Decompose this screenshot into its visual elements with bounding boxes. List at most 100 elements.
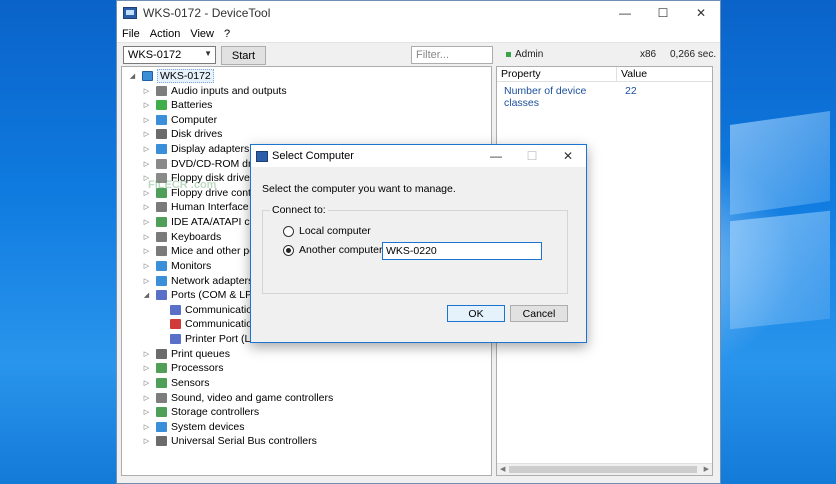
filter-input[interactable]: Filter...	[411, 46, 493, 64]
value-column-header[interactable]: Value	[617, 67, 647, 81]
expand-caret-icon[interactable]: ▷	[142, 203, 151, 211]
scroll-left-icon[interactable]: ◀	[500, 465, 505, 473]
ok-button[interactable]: OK	[447, 305, 505, 322]
expand-caret-icon[interactable]: ▷	[142, 116, 151, 124]
close-button[interactable]: ✕	[682, 1, 720, 25]
expand-caret-icon[interactable]: ▷	[142, 408, 151, 416]
dialog-title: Select Computer	[272, 150, 354, 162]
collapse-caret-icon[interactable]: ◢	[142, 291, 151, 299]
tree-item-keyboards[interactable]: ▷ Keyboards	[142, 230, 221, 244]
cancel-button[interactable]: Cancel	[510, 305, 568, 322]
dialog-minimize-button[interactable]: —	[478, 145, 514, 167]
device-class-icon	[156, 377, 167, 388]
dialog-titlebar[interactable]: Select Computer — ☐ ✕	[251, 145, 586, 167]
tree-item-monitors[interactable]: ▷ Monitors	[142, 259, 211, 273]
expand-caret-icon[interactable]: ▷	[142, 233, 151, 241]
port-icon	[170, 334, 181, 345]
tree-item-sensors[interactable]: ▷ Sensors	[142, 376, 210, 390]
expand-caret-icon[interactable]: ▷	[142, 130, 151, 138]
expand-caret-icon[interactable]: ▷	[142, 247, 151, 255]
timing-label: 0,266 sec.	[670, 49, 717, 60]
tree-item-mice-and-other-poir[interactable]: ▷ Mice and other poir	[142, 244, 261, 258]
tree-item-batteries[interactable]: ▷ Batteries	[142, 98, 213, 112]
expand-caret-icon[interactable]: ▷	[142, 262, 151, 270]
tree-item-label: Sound, video and game controllers	[171, 391, 334, 404]
dialog-app-icon	[256, 150, 268, 162]
select-computer-dialog: Select Computer — ☐ ✕ Select the compute…	[250, 144, 587, 343]
tree-item-network-adapters[interactable]: ▷ Network adapters	[142, 274, 254, 288]
device-class-icon	[156, 436, 167, 447]
tree-child-item[interactable]: Communication	[170, 317, 258, 331]
tree-item-storage-controllers[interactable]: ▷ Storage controllers	[142, 405, 259, 419]
property-column-header[interactable]: Property	[497, 67, 617, 81]
app-icon	[123, 7, 137, 19]
device-class-icon	[156, 217, 167, 228]
tree-item-universal-serial-bus-controllers[interactable]: ▷ Universal Serial Bus controllers	[142, 434, 317, 448]
tree-item-label: System devices	[171, 420, 245, 433]
tree-item-audio-inputs-and-outputs[interactable]: ▷ Audio inputs and outputs	[142, 84, 287, 98]
local-computer-radio[interactable]	[283, 225, 294, 237]
tree-item-system-devices[interactable]: ▷ System devices	[142, 420, 245, 434]
device-class-icon	[156, 407, 167, 418]
admin-label: Admin	[515, 49, 544, 60]
computer-name-input[interactable]: WKS-0220	[382, 242, 542, 260]
device-class-icon	[156, 85, 167, 96]
window-titlebar[interactable]: WKS-0172 - DeviceTool — ☐ ✕	[117, 1, 720, 25]
minimize-button[interactable]: —	[606, 1, 644, 25]
tree-child-item[interactable]: Communication	[170, 303, 258, 317]
property-row[interactable]: Number of device classes 22	[497, 85, 637, 109]
tree-item-disk-drives[interactable]: ▷ Disk drives	[142, 127, 223, 141]
device-class-icon	[156, 246, 167, 257]
expand-caret-icon[interactable]: ▷	[142, 423, 151, 431]
tree-item-ports-com-lpt[interactable]: ◢ Ports (COM & LPT)	[142, 288, 262, 302]
start-button[interactable]: Start	[221, 46, 266, 65]
expand-caret-icon[interactable]: ▷	[142, 145, 151, 153]
expand-caret-icon[interactable]: ▷	[142, 394, 151, 402]
another-computer-radio[interactable]	[283, 244, 294, 256]
connect-to-group: Connect to: Local computer Another compu…	[262, 204, 568, 294]
tree-item-computer[interactable]: ▷ Computer	[142, 113, 217, 127]
horizontal-scrollbar[interactable]: ◀ ▶	[497, 463, 712, 475]
local-computer-option[interactable]: Local computer	[283, 225, 371, 237]
device-class-icon	[156, 290, 167, 301]
tree-root[interactable]: ◢ WKS-0172	[128, 69, 214, 83]
device-class-icon	[156, 158, 167, 169]
expand-caret-icon[interactable]: ▷	[142, 101, 151, 109]
watermark: FILECR .com	[148, 179, 217, 191]
device-class-icon	[156, 114, 167, 125]
menu-help[interactable]: ?	[219, 28, 235, 40]
collapse-caret-icon[interactable]: ◢	[128, 72, 137, 80]
desktop-background	[716, 0, 836, 484]
computer-combo[interactable]: WKS-0172 ▼	[123, 46, 216, 64]
expand-caret-icon[interactable]: ▷	[142, 437, 151, 445]
maximize-button[interactable]: ☐	[644, 1, 682, 25]
menu-action[interactable]: Action	[145, 28, 186, 40]
expand-caret-icon[interactable]: ▷	[142, 87, 151, 95]
connect-to-label: Connect to:	[270, 204, 328, 216]
tree-item-ide-ata-atapi-contr[interactable]: ▷ IDE ATA/ATAPI contr	[142, 215, 268, 229]
menu-view[interactable]: View	[185, 28, 219, 40]
another-computer-label: Another computer:	[299, 244, 386, 256]
scroll-right-icon[interactable]: ▶	[704, 465, 709, 473]
tree-item-print-queues[interactable]: ▷ Print queues	[142, 347, 230, 361]
tree-item-display-adapters[interactable]: ▷ Display adapters	[142, 142, 249, 156]
expand-caret-icon[interactable]: ▷	[142, 379, 151, 387]
tree-item-dvd-cd-rom-drive[interactable]: ▷ DVD/CD-ROM drive	[142, 157, 265, 171]
dialog-close-button[interactable]: ✕	[550, 145, 586, 167]
tree-item-human-interface-de[interactable]: ▷ Human Interface De	[142, 200, 265, 214]
expand-caret-icon[interactable]: ▷	[142, 218, 151, 226]
windows-logo-pane-top	[730, 110, 830, 216]
tree-item-label: Disk drives	[171, 128, 223, 141]
tree-item-label: Monitors	[171, 259, 212, 272]
tree-item-label: Computer	[171, 113, 218, 126]
another-computer-option[interactable]: Another computer:	[283, 244, 385, 256]
tree-item-sound-video-and-game-controllers[interactable]: ▷ Sound, video and game controllers	[142, 391, 333, 405]
scrollbar-thumb[interactable]	[509, 466, 697, 473]
expand-caret-icon[interactable]: ▷	[142, 160, 151, 168]
menu-file[interactable]: File	[117, 28, 145, 40]
expand-caret-icon[interactable]: ▷	[142, 364, 151, 372]
property-value: 22	[625, 85, 637, 97]
expand-caret-icon[interactable]: ▷	[142, 350, 151, 358]
expand-caret-icon[interactable]: ▷	[142, 277, 151, 285]
tree-item-processors[interactable]: ▷ Processors	[142, 361, 224, 375]
